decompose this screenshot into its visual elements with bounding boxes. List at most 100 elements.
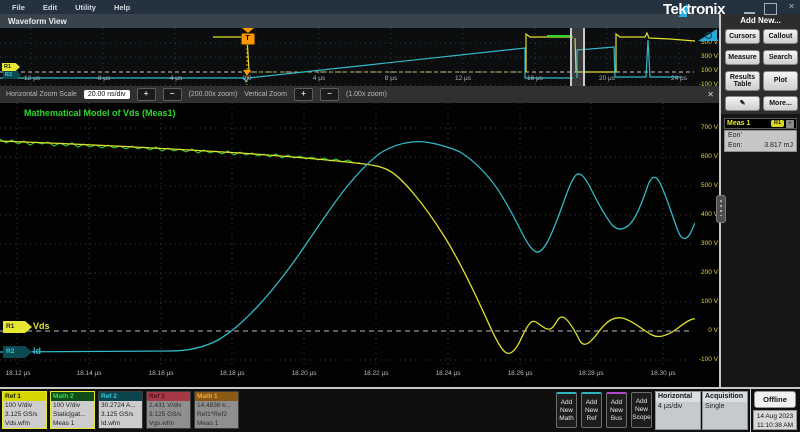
horizontal-zoom-value[interactable]: 20.00 ns/div: [84, 90, 130, 99]
meas1-results-panel[interactable]: Eon' Eon: 3.817 mJ: [724, 130, 797, 152]
ref1-badge[interactable]: Ref 1 100 V/div3.125 GS/sVds.wfm: [2, 391, 47, 429]
more-button[interactable]: More...: [763, 96, 798, 111]
ref3-badge[interactable]: Ref 3 2.431 V/div3.125 GS/sVgs.wfm: [146, 391, 191, 429]
main-y-label: 600 V: [694, 153, 718, 160]
pencil-icon: ✎: [740, 100, 746, 108]
main-x-label: 18.26 μs: [500, 370, 540, 377]
acquisition-mode-value: Single: [703, 402, 747, 411]
vertical-zoom-label: Vertical Zoom: [244, 91, 287, 98]
menu-help[interactable]: Help: [114, 3, 130, 12]
main-y-label: -100 V: [694, 356, 718, 363]
datetime-panel: 14 Aug 2023 11:10:38 AM: [753, 410, 797, 430]
cursors-button[interactable]: Cursors: [725, 29, 760, 44]
vds-trace: [0, 141, 695, 353]
restore-icon[interactable]: [764, 3, 777, 15]
zoom-scale-bar: Horizontal Zoom Scale 20.00 ns/div + − (…: [0, 86, 720, 103]
overview-y-label: 100 V: [694, 67, 718, 74]
eon-row1-label: Eon': [728, 131, 742, 141]
measure-button[interactable]: Measure: [725, 50, 760, 65]
v-zoom-minus-button[interactable]: −: [320, 88, 339, 101]
menu-file[interactable]: File: [12, 3, 25, 12]
main-x-label: 18.22 μs: [356, 370, 396, 377]
math-model-title: Mathematical Model of Vds (Meas1): [24, 108, 176, 118]
scope-window: File Edit Utility Help Tektronix ✕ Wavef…: [0, 0, 800, 432]
settings-bar: Ref 1 100 V/div3.125 GS/sVds.wfm Math 2 …: [0, 389, 800, 432]
main-y-label: 400 V: [694, 211, 718, 218]
overview-x-label: 12 μs: [445, 75, 481, 82]
h-zoom-plus-button[interactable]: +: [137, 88, 156, 101]
eon-row2-label: Eon:: [728, 141, 742, 151]
main-x-label: 18.24 μs: [428, 370, 468, 377]
meas-expand-icon[interactable]: +: [786, 120, 794, 128]
add-new-ref-button[interactable]: Add New Ref: [581, 392, 602, 428]
bottom-separator: [750, 389, 751, 432]
close-icon[interactable]: ✕: [786, 2, 797, 12]
main-x-label: 18.16 μs: [141, 370, 181, 377]
panel-drag-handle[interactable]: [716, 195, 726, 223]
main-x-label: 18.20 μs: [284, 370, 324, 377]
callout-button[interactable]: Callout: [763, 29, 798, 44]
main-x-label: 18.18 μs: [212, 370, 252, 377]
main-x-label: 18.28 μs: [571, 370, 611, 377]
h-zoom-factor: (200.00x zoom): [189, 91, 238, 98]
main-x-label: 18.12 μs: [0, 370, 38, 377]
zoom-overview-icon[interactable]: [698, 29, 717, 41]
overview-x-label: -8 μs: [85, 75, 121, 82]
v-zoom-plus-button[interactable]: +: [294, 88, 313, 101]
vds-label: Vds: [33, 321, 50, 331]
math2-badge[interactable]: Math 2 100 V/divStatic[gat...Meas 1: [50, 391, 95, 429]
results-area: [721, 114, 800, 387]
overview-x-label: 20 μs: [589, 75, 625, 82]
window-controls: ✕: [744, 2, 797, 15]
search-button[interactable]: Search: [763, 50, 798, 65]
draw-annotation-button[interactable]: ✎: [725, 96, 760, 111]
ref2-badge[interactable]: Ref 2 30.2724 A...3.125 GS/sId.wfm: [98, 391, 143, 429]
horizontal-zoom-label: Horizontal Zoom Scale: [6, 91, 77, 98]
add-new-bus-button[interactable]: Add New Bus: [606, 392, 627, 428]
add-new-math-button[interactable]: Add New Math: [556, 392, 577, 428]
trigger-marker[interactable]: T: [240, 28, 255, 45]
main-y-label: 500 V: [694, 182, 718, 189]
main-y-label: 300 V: [694, 240, 718, 247]
main-y-label: 100 V: [694, 298, 718, 305]
meas-source-pill: R1: [771, 120, 784, 127]
horizontal-scale-value: 4 μs/div: [656, 402, 700, 411]
results-table-button[interactable]: Results Table: [725, 71, 760, 91]
overview-x-label: 16 μs: [517, 75, 553, 82]
right-sidebar: Add New... Cursors Callout Measure Searc…: [721, 14, 800, 387]
math1-badge[interactable]: Math 1 14.4836 k...Ref1*Ref2Meas 1: [194, 391, 239, 429]
overview-x-label: 0.0: [229, 75, 265, 82]
date-text: 14 Aug 2023: [754, 412, 796, 421]
tab-bar: Waveform View: [0, 14, 720, 28]
h-zoom-minus-button[interactable]: −: [163, 88, 182, 101]
tab-waveform-view[interactable]: Waveform View: [8, 17, 67, 26]
main-y-label: 700 V: [694, 124, 718, 131]
zoom-overview[interactable]: -12 μs -8 μs -4 μs 0.0 4 μs 8 μs 12 μs 1…: [0, 28, 720, 86]
menu-utility[interactable]: Utility: [75, 3, 96, 12]
main-x-label: 18.14 μs: [69, 370, 109, 377]
add-new-scope-button[interactable]: Add New Scope: [631, 392, 652, 428]
v-zoom-factor: (1.00x zoom): [346, 91, 387, 98]
magnifier-icon: [705, 32, 712, 39]
plot-button[interactable]: Plot: [763, 71, 798, 91]
waveform-view[interactable]: Mathematical Model of Vds (Meas1) 18.12 …: [0, 103, 720, 387]
main-y-label: 0 V: [694, 327, 718, 334]
menu-edit[interactable]: Edit: [43, 3, 57, 12]
zoom-selection-box[interactable]: [570, 28, 585, 86]
overview-y-label: 300 V: [694, 53, 718, 60]
eon-value: 3.817 mJ: [764, 141, 793, 151]
main-plot: [0, 103, 695, 387]
zoom-close-icon[interactable]: ✕: [707, 90, 714, 99]
overview-x-label: 4 μs: [301, 75, 337, 82]
offline-button[interactable]: Offline: [754, 391, 796, 408]
time-text: 11:10:38 AM: [754, 421, 796, 430]
logo-k-triangle-icon: k: [678, 1, 686, 18]
horizontal-panel[interactable]: Horizontal 4 μs/div: [655, 391, 701, 430]
overview-x-label: -4 μs: [157, 75, 193, 82]
minimize-icon[interactable]: [744, 2, 755, 14]
tektronix-logo: Tektronix: [663, 1, 725, 18]
add-new-header: Add New...: [721, 16, 800, 25]
main-y-label: 200 V: [694, 269, 718, 276]
meas1-badge[interactable]: Meas 1 R1 +: [724, 118, 797, 129]
acquisition-panel[interactable]: Acquisition Single: [702, 391, 748, 430]
